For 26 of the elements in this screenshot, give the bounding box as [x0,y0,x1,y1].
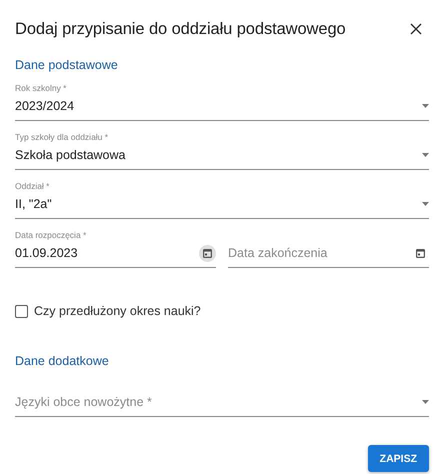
select-field[interactable]: Rok szkolny * 2023/2024 [15,82,429,121]
field-label: Rok szkolny * [15,83,66,93]
select-field[interactable]: Typ szkoły dla oddziału * Szkoła podstawowa [15,131,429,170]
save-button[interactable]: ZAPISZ [368,445,429,472]
field-label: Data rozpoczęcia * [15,230,86,240]
checkbox[interactable] [15,304,28,318]
field-value: 01.09.2023 [15,246,78,260]
dialog-title: Dodaj przypisanie do oddziału podstawowego [15,20,346,38]
field-placeholder: Data zakończenia [228,246,328,260]
dropdown-caret-icon[interactable] [422,202,429,206]
field-label: Typ szkoły dla oddziału * [15,132,108,142]
dropdown-caret-icon[interactable] [422,104,429,108]
date-field[interactable]: Data rozpoczęcia * 01.09.2023 [15,229,216,268]
dropdown-caret-icon[interactable] [422,153,429,157]
field-value: II, "2a" [15,197,52,211]
section-heading: Dane dodatkowe [15,354,110,368]
dropdown-caret-icon[interactable] [422,400,429,404]
field-label: Oddział * [15,181,50,191]
calendar-icon [416,248,425,258]
select-field[interactable]: Oddział * II, "2a" [15,180,429,219]
section-heading: Dane podstawowe [15,58,119,72]
field-value: Szkoła podstawowa [15,148,126,162]
checkbox-label: Czy przedłużony okres nauki? [34,304,201,318]
field-placeholder: Języki obce nowożytne * [15,395,152,409]
calendar-icon [203,248,212,258]
field-value: 2023/2024 [15,99,74,113]
